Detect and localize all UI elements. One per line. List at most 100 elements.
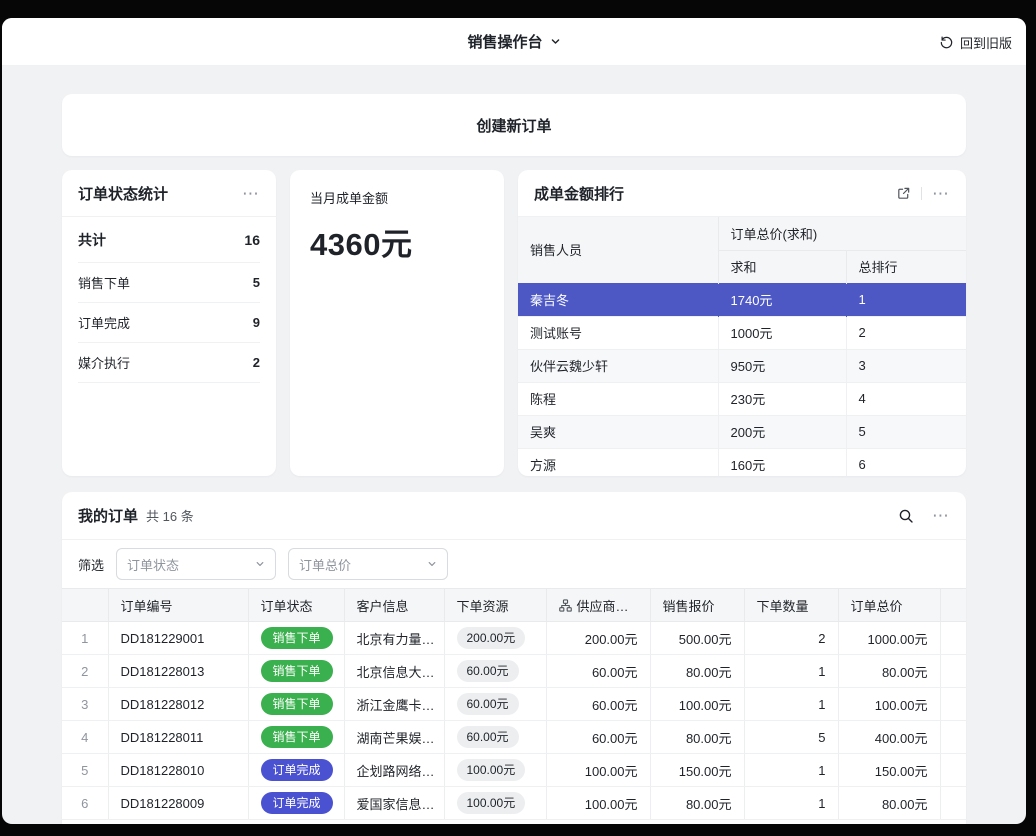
create-order-button[interactable]: 创建新订单 xyxy=(62,94,966,156)
more-icon[interactable]: ⋯ xyxy=(932,507,950,524)
customer-name: 浙江金鹰卡… xyxy=(344,688,444,721)
order-no: DD181228009 xyxy=(108,787,248,820)
stat-row[interactable]: 销售下单 5 xyxy=(78,263,260,303)
column-header-total[interactable]: 订单总价 xyxy=(838,589,940,622)
column-header-resource[interactable]: 下单资源 xyxy=(444,589,546,622)
ranking-row[interactable]: 秦吉冬 1740元 1 xyxy=(518,283,966,316)
order-status-card-header: 订单状态统计 ⋯ xyxy=(62,170,276,217)
divider xyxy=(921,187,922,200)
orders-count: 共 16 条 xyxy=(146,506,194,525)
table-row[interactable]: 2 DD181228013 销售下单 北京信息大… 60.00元 60.00元 … xyxy=(62,655,966,688)
column-header-extra xyxy=(940,589,966,622)
ranking-row[interactable]: 伙伴云魏少轩 950元 3 xyxy=(518,349,966,382)
sales-quote: 500.00元 xyxy=(650,622,744,655)
person-name: 伙伴云魏少轩 xyxy=(518,349,718,382)
column-header-status[interactable]: 订单状态 xyxy=(248,589,344,622)
column-header-rank[interactable]: 总排行 xyxy=(846,250,966,283)
column-header-quote[interactable]: 销售报价 xyxy=(650,589,744,622)
stat-row[interactable]: 媒介执行 2 xyxy=(78,343,260,383)
row-index: 6 xyxy=(62,787,108,820)
sales-quote: 80.00元 xyxy=(650,787,744,820)
month-amount-value: 4360元 xyxy=(310,219,484,264)
rank-value: 6 xyxy=(846,448,966,476)
dashboard-content: 创建新订单 订单状态统计 ⋯ 共计 16 销售下单 5 xyxy=(2,66,1026,824)
more-icon[interactable]: ⋯ xyxy=(932,185,950,202)
column-header-supplier[interactable]: 供应商… xyxy=(546,589,650,622)
order-no: DD181229001 xyxy=(108,622,248,655)
sales-quote: 80.00元 xyxy=(650,721,744,754)
resource-tag: 100.00元 xyxy=(457,792,526,814)
stat-row-total[interactable]: 共计 16 xyxy=(78,217,260,263)
person-name: 陈程 xyxy=(518,382,718,415)
table-row[interactable]: 3 DD181228012 销售下单 浙江金鹰卡… 60.00元 60.00元 … xyxy=(62,688,966,721)
ranking-row[interactable]: 方源 160元 6 xyxy=(518,448,966,476)
column-header-sum[interactable]: 求和 xyxy=(718,250,846,283)
top-bar: 销售操作台 回到旧版 xyxy=(2,18,1026,66)
order-qty: 1 xyxy=(744,655,838,688)
sitemap-icon xyxy=(559,599,572,612)
order-no: DD181228010 xyxy=(108,754,248,787)
resource-tag: 60.00元 xyxy=(457,726,519,748)
ranking-row[interactable]: 测试账号 1000元 2 xyxy=(518,316,966,349)
order-status-card-title: 订单状态统计 xyxy=(78,183,168,204)
rank-value: 5 xyxy=(846,415,966,448)
select-placeholder: 订单状态 xyxy=(127,555,179,574)
table-row[interactable]: 4 DD181228011 销售下单 湖南芒果娱… 60.00元 60.00元 … xyxy=(62,721,966,754)
column-header-person[interactable]: 销售人员 xyxy=(518,217,718,283)
ranking-row[interactable]: 陈程 230元 4 xyxy=(518,382,966,415)
rank-value: 4 xyxy=(846,382,966,415)
row-index: 3 xyxy=(62,688,108,721)
table-row[interactable]: 5 DD181228010 订单完成 企划路网络… 100.00元 100.00… xyxy=(62,754,966,787)
rank-value: 1 xyxy=(846,283,966,316)
status-badge: 销售下单 xyxy=(261,627,333,649)
customer-name: 爱国家信息… xyxy=(344,787,444,820)
resource-tag: 60.00元 xyxy=(457,693,519,715)
supplier-price: 60.00元 xyxy=(546,688,650,721)
ranking-card-header: 成单金额排行 ⋯ xyxy=(518,170,966,217)
sum-value: 1000元 xyxy=(718,316,846,349)
order-total: 150.00元 xyxy=(838,754,940,787)
column-header-index xyxy=(62,589,108,622)
order-status-filter-select[interactable]: 订单状态 xyxy=(116,548,276,580)
customer-name: 北京信息大… xyxy=(344,655,444,688)
workspace-switcher[interactable]: 销售操作台 xyxy=(467,31,560,52)
order-total: 100.00元 xyxy=(838,688,940,721)
chevron-down-icon xyxy=(427,559,437,569)
order-total-filter-select[interactable]: 订单总价 xyxy=(288,548,448,580)
person-name: 吴爽 xyxy=(518,415,718,448)
stat-label: 销售下单 xyxy=(78,273,130,292)
status-badge: 销售下单 xyxy=(261,726,333,748)
my-orders-header: 我的订单 共 16 条 ⋯ xyxy=(62,492,966,540)
column-header-qty[interactable]: 下单数量 xyxy=(744,589,838,622)
customer-name: 北京有力量… xyxy=(344,622,444,655)
column-header-total-group[interactable]: 订单总价(求和) xyxy=(718,217,966,250)
supplier-price: 60.00元 xyxy=(546,721,650,754)
filter-label: 筛选 xyxy=(78,555,104,574)
stats-row: 订单状态统计 ⋯ 共计 16 销售下单 5 订单完成 9 xyxy=(62,170,966,476)
back-to-old-version-link[interactable]: 回到旧版 xyxy=(939,18,1012,66)
export-icon[interactable] xyxy=(896,186,911,201)
customer-name: 湖南芒果娱… xyxy=(344,721,444,754)
sum-value: 200元 xyxy=(718,415,846,448)
page-title: 销售操作台 xyxy=(467,31,542,52)
status-badge: 销售下单 xyxy=(261,660,333,682)
ranking-row[interactable]: 吴爽 200元 5 xyxy=(518,415,966,448)
column-header-order-no[interactable]: 订单编号 xyxy=(108,589,248,622)
stat-value: 9 xyxy=(253,315,260,330)
chevron-down-icon xyxy=(550,36,561,47)
order-no: DD181228013 xyxy=(108,655,248,688)
order-qty: 5 xyxy=(744,721,838,754)
status-badge: 订单完成 xyxy=(261,759,333,781)
chevron-down-icon xyxy=(255,559,265,569)
search-icon[interactable] xyxy=(898,508,914,524)
more-icon[interactable]: ⋯ xyxy=(242,185,260,202)
table-row[interactable]: 1 DD181229001 销售下单 北京有力量… 200.00元 200.00… xyxy=(62,622,966,655)
rank-value: 2 xyxy=(846,316,966,349)
stat-row[interactable]: 订单完成 9 xyxy=(78,303,260,343)
empty-cell xyxy=(940,721,966,754)
supplier-price: 200.00元 xyxy=(546,622,650,655)
column-header-customer[interactable]: 客户信息 xyxy=(344,589,444,622)
table-row[interactable]: 6 DD181228009 订单完成 爱国家信息… 100.00元 100.00… xyxy=(62,787,966,820)
row-index: 4 xyxy=(62,721,108,754)
ranking-card-title: 成单金额排行 xyxy=(534,183,624,204)
